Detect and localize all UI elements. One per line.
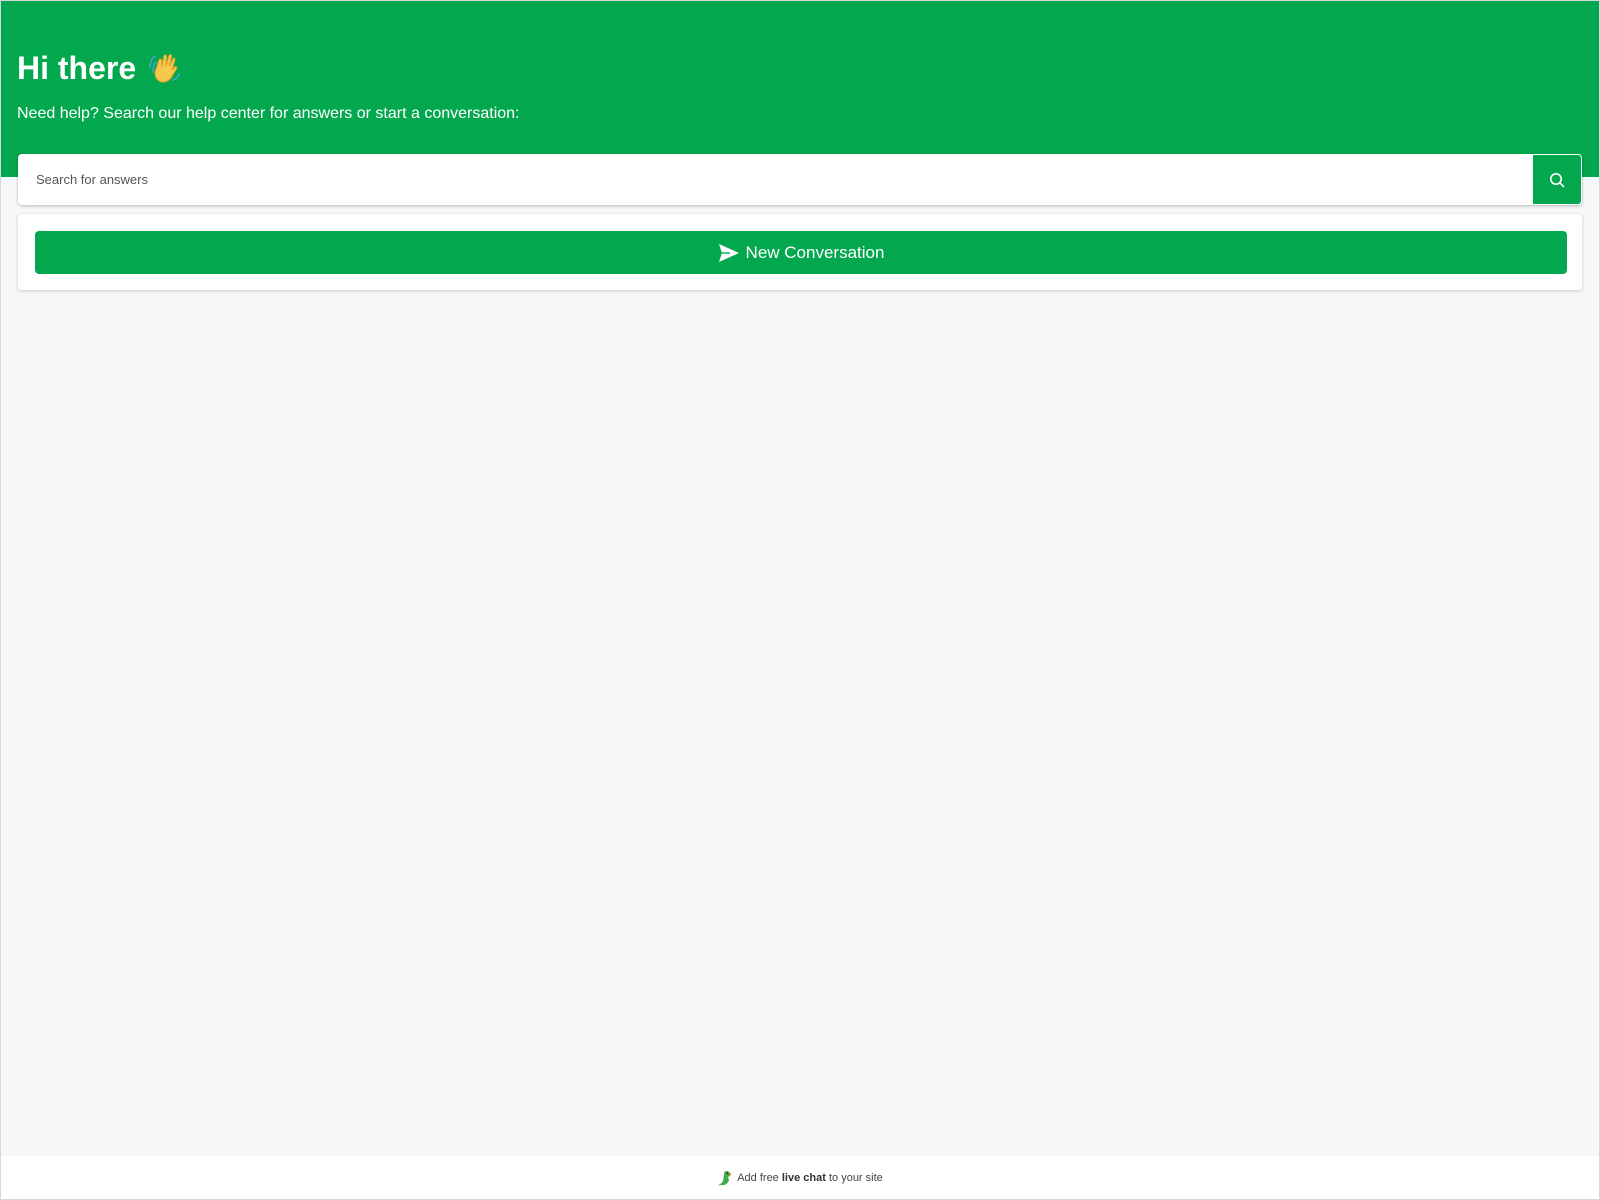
greeting-text: Hi there bbox=[17, 50, 137, 86]
waving-hand-icon bbox=[149, 54, 180, 83]
new-conversation-button[interactable]: New Conversation bbox=[35, 231, 1567, 274]
footer-prefix: Add free bbox=[737, 1171, 779, 1184]
new-conversation-label: New Conversation bbox=[745, 242, 885, 262]
widget-header: Hi there Need help? Search our help cent… bbox=[1, 1, 1599, 177]
chat-widget-frame: Hi there Need help? Search our help cent… bbox=[0, 0, 1600, 1200]
search-box bbox=[18, 154, 1582, 205]
header-subtitle: Need help? Search our help center for an… bbox=[17, 105, 520, 122]
search-button[interactable] bbox=[1533, 155, 1581, 204]
search-input[interactable] bbox=[18, 154, 1534, 205]
new-conversation-card: New Conversation bbox=[18, 214, 1582, 290]
powered-by-footer: Add free live chat to your site bbox=[1, 1156, 1599, 1199]
live-chat-link[interactable]: live chat bbox=[782, 1172, 826, 1184]
greeting-heading: Hi there bbox=[17, 48, 182, 88]
send-icon bbox=[718, 243, 739, 262]
parrot-logo-icon bbox=[718, 1170, 732, 1186]
search-icon bbox=[1550, 172, 1565, 187]
footer-suffix: to your site bbox=[828, 1171, 883, 1184]
